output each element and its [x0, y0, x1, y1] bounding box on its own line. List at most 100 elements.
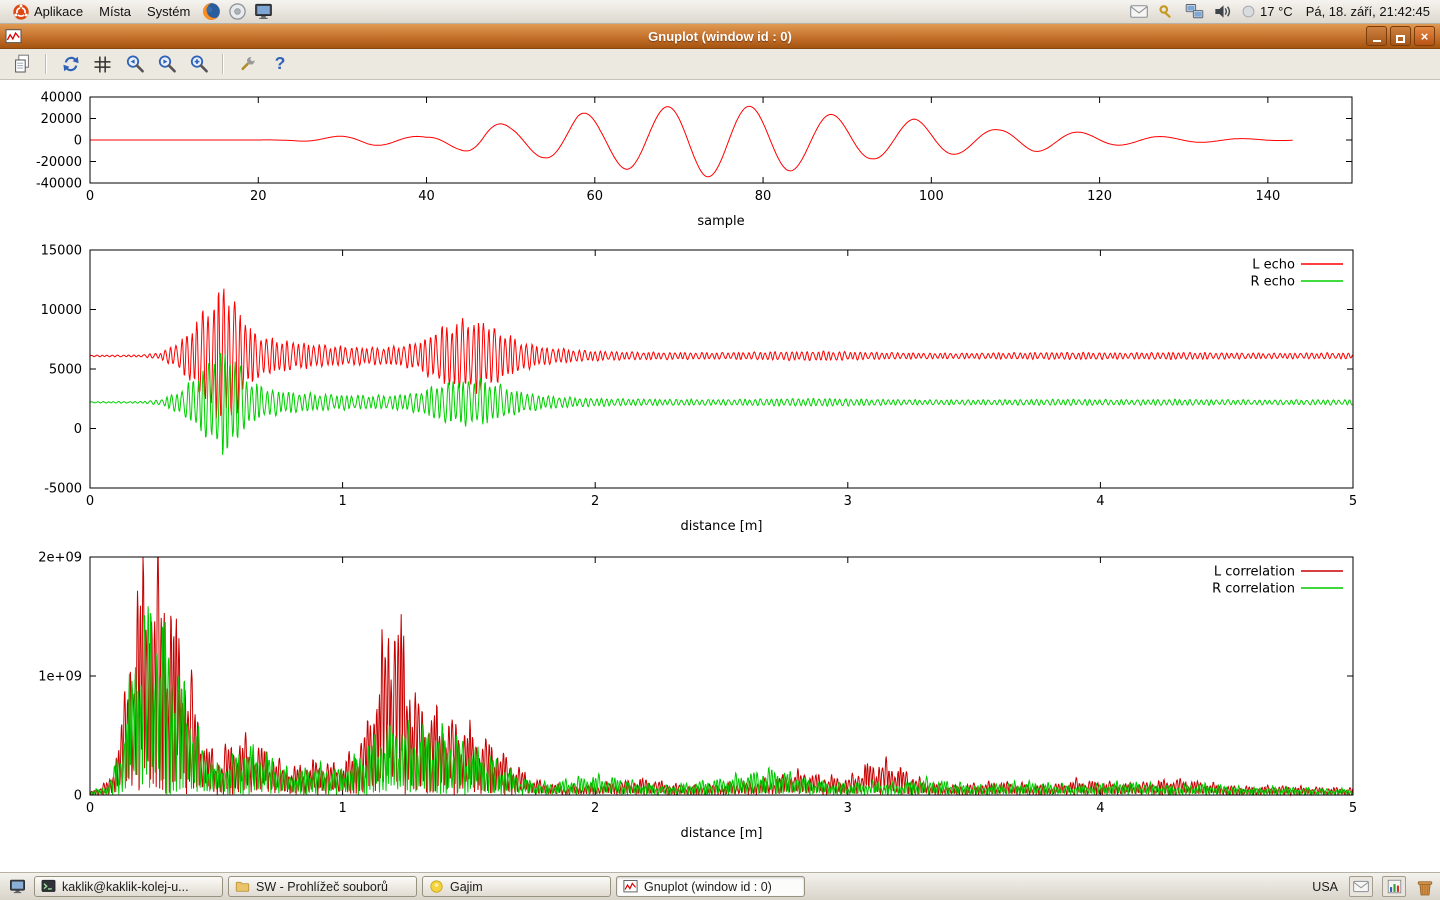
- svg-text:1e+09: 1e+09: [38, 670, 82, 685]
- toolbar-zoom-previous-button[interactable]: [121, 51, 148, 77]
- minimize-button[interactable]: [1366, 26, 1387, 46]
- svg-text:4: 4: [1096, 801, 1104, 816]
- firefox-icon: [202, 2, 221, 21]
- task-button-file-browser[interactable]: SW - Prohlížeč souborů: [228, 876, 417, 897]
- close-icon: ×: [1421, 29, 1429, 44]
- svg-text:1: 1: [338, 494, 346, 509]
- network-icon: [1185, 3, 1204, 20]
- svg-text:80: 80: [755, 189, 772, 204]
- gnuplot-window-icon: [5, 28, 22, 45]
- task-label: Gajim: [450, 880, 483, 894]
- taskbar-tray: USA: [1310, 876, 1435, 897]
- grid-icon: [93, 55, 112, 74]
- svg-text:?: ?: [274, 54, 285, 73]
- help-icon: ?: [270, 54, 290, 74]
- chart-correlation[interactable]: 01234501e+092e+09distance [m]L correlati…: [0, 550, 1440, 850]
- refresh-icon: [61, 54, 81, 74]
- toolbar-grid-button[interactable]: [89, 51, 116, 77]
- svg-text:0: 0: [86, 494, 94, 509]
- plot-canvas[interactable]: 020406080100120140-40000-200000200004000…: [0, 80, 1440, 872]
- svg-text:0: 0: [86, 189, 94, 204]
- svg-text:0: 0: [74, 134, 82, 149]
- svg-text:L correlation: L correlation: [1214, 565, 1295, 580]
- toolbar-copy-button[interactable]: [8, 51, 35, 77]
- show-desktop-button[interactable]: [5, 876, 29, 898]
- titlebar[interactable]: Gnuplot (window id : 0) ×: [0, 24, 1440, 49]
- taskbar: kaklik@kaklik-kolej-u... SW - Prohlížeč …: [0, 872, 1440, 900]
- svg-text:distance [m]: distance [m]: [680, 826, 762, 841]
- svg-text:40000: 40000: [41, 91, 82, 106]
- mail-icon: [1130, 4, 1148, 19]
- maximize-icon: [1396, 35, 1405, 43]
- svg-text:-20000: -20000: [36, 155, 82, 170]
- svg-text:2: 2: [591, 494, 599, 509]
- zoom-previous-icon: [125, 54, 145, 74]
- svg-text:0: 0: [74, 422, 82, 437]
- gnuplot-window: Gnuplot (window id : 0) ×: [0, 24, 1440, 872]
- firefox-launcher[interactable]: [199, 1, 223, 23]
- svg-text:0: 0: [74, 789, 82, 804]
- window-title: Gnuplot (window id : 0): [0, 29, 1440, 44]
- help-launcher[interactable]: [225, 1, 249, 23]
- svg-text:-5000: -5000: [44, 482, 82, 497]
- help-lifering-icon: [228, 2, 247, 21]
- svg-text:10000: 10000: [41, 303, 82, 318]
- volume-applet[interactable]: [1213, 2, 1232, 21]
- minimize-icon: [1373, 40, 1381, 42]
- show-desktop-icon: [9, 878, 26, 895]
- toolbar-configure-button[interactable]: [234, 51, 261, 77]
- network-applet[interactable]: [1185, 2, 1204, 21]
- svg-text:140: 140: [1255, 189, 1280, 204]
- task-button-gajim[interactable]: Gajim: [422, 876, 611, 897]
- maximize-button[interactable]: [1390, 26, 1411, 46]
- close-button[interactable]: ×: [1414, 26, 1435, 46]
- menu-system-label: Systém: [147, 4, 190, 19]
- chart-echo[interactable]: 012345-5000050001000015000distance [m]L …: [0, 240, 1440, 550]
- menu-applications-label: Aplikace: [34, 4, 83, 19]
- svg-text:0: 0: [86, 801, 94, 816]
- gnuplot-icon: [623, 879, 638, 894]
- folder-icon: [235, 879, 250, 894]
- svg-text:20: 20: [250, 189, 267, 204]
- toolbar: ?: [0, 49, 1440, 80]
- gajim-icon: [429, 879, 444, 894]
- chart-sample-waveform[interactable]: 020406080100120140-40000-200000200004000…: [0, 80, 1440, 240]
- keyboard-layout-indicator[interactable]: USA: [1310, 880, 1340, 894]
- keyring-applet[interactable]: [1157, 2, 1176, 21]
- svg-text:5: 5: [1349, 494, 1357, 509]
- svg-text:3: 3: [844, 801, 852, 816]
- terminal-icon: [41, 879, 56, 894]
- trash-applet[interactable]: [1415, 877, 1435, 897]
- svg-text:-40000: -40000: [36, 177, 82, 192]
- toolbar-replot-button[interactable]: [57, 51, 84, 77]
- task-label: kaklik@kaklik-kolej-u...: [62, 880, 189, 894]
- toolbar-autoscale-button[interactable]: [185, 51, 212, 77]
- trash-icon: [1415, 877, 1435, 897]
- applet-tray-button[interactable]: [1382, 876, 1406, 897]
- clock[interactable]: Pá, 18. září, 21:42:45: [1302, 4, 1434, 19]
- mail-notifier[interactable]: [1129, 2, 1148, 21]
- toolbar-separator: [222, 54, 224, 74]
- key-icon: [1158, 3, 1175, 20]
- weather-applet[interactable]: 17 °C: [1241, 4, 1293, 19]
- top-panel: Aplikace Místa Systém: [0, 0, 1440, 24]
- svg-text:120: 120: [1087, 189, 1112, 204]
- mail-tray-button[interactable]: [1349, 876, 1373, 897]
- task-button-terminal[interactable]: kaklik@kaklik-kolej-u...: [34, 876, 223, 897]
- svg-text:L echo: L echo: [1252, 258, 1295, 273]
- svg-text:2e+09: 2e+09: [38, 551, 82, 566]
- svg-text:60: 60: [587, 189, 604, 204]
- window-controls: ×: [1366, 26, 1435, 46]
- svg-text:5: 5: [1349, 801, 1357, 816]
- mail-icon: [1353, 880, 1369, 893]
- wrench-icon: [238, 54, 258, 74]
- monitor-launcher[interactable]: [251, 1, 275, 23]
- menu-places[interactable]: Místa: [92, 2, 138, 21]
- menu-system[interactable]: Systém: [140, 2, 197, 21]
- svg-text:20000: 20000: [41, 112, 82, 127]
- task-button-gnuplot[interactable]: Gnuplot (window id : 0): [616, 876, 805, 897]
- mini-chart-icon: [1387, 879, 1402, 894]
- toolbar-zoom-next-button[interactable]: [153, 51, 180, 77]
- toolbar-help-button[interactable]: ?: [266, 51, 293, 77]
- menu-applications[interactable]: Aplikace: [6, 2, 90, 22]
